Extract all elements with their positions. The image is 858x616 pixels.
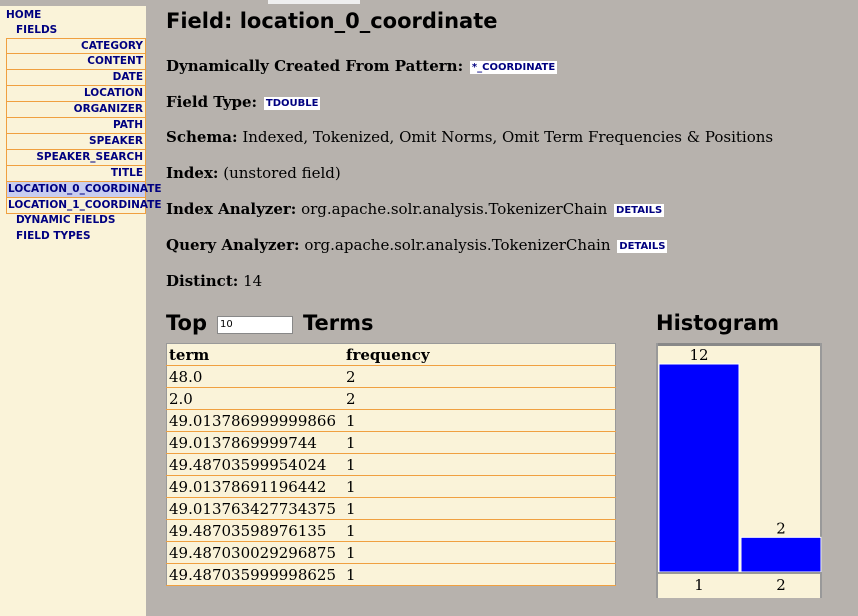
dynamic-pattern-row: Dynamically Created From Pattern: *_COOR…	[166, 57, 558, 75]
sidebar-fields-link[interactable]: FIELDS	[16, 24, 57, 36]
schema-row: Schema: Indexed, Tokenized, Omit Norms, …	[166, 128, 773, 146]
term-cell: 49.48703598976135	[166, 519, 344, 542]
top-terms-count-input[interactable]	[217, 315, 293, 334]
table-row: 49.48703599954024 1	[166, 453, 616, 476]
query-analyzer-details-link[interactable]: DETAILS	[617, 240, 668, 253]
term-cell: 49.0137634277343​75	[166, 497, 344, 520]
histogram-bar-value-label: 2	[776, 519, 786, 537]
sidebar-field-types-link[interactable]: FIELD TYPES	[16, 230, 91, 242]
table-row: 49.0137634277343​75 1	[166, 497, 616, 520]
histogram-axis-line	[656, 572, 822, 574]
index-analyzer-value: org.apache.solr.analysis.TokenizerChain	[301, 200, 608, 218]
index-row: Index: (unstored field)	[166, 164, 341, 182]
histogram-chart: 12122	[656, 343, 822, 598]
term-cell: 49.01378691196442	[166, 475, 344, 498]
frequency-cell: 1	[344, 563, 616, 586]
table-row: 48.0 2	[166, 365, 616, 388]
term-cell: 49.48703599954024	[166, 453, 344, 476]
sidebar-home-link[interactable]: HOME	[6, 9, 41, 21]
schema-value: Indexed, Tokenized, Omit Norms, Omit Ter…	[242, 128, 774, 146]
histogram-bar	[658, 363, 740, 573]
sidebar-field-item[interactable]: LOCATION	[6, 86, 146, 102]
field-type-label: Field Type:	[166, 93, 258, 111]
index-analyzer-label: Index Analyzer:	[166, 200, 297, 218]
frequency-cell: 2	[344, 387, 616, 410]
field-list: CATEGORY CONTENT DATE LOCATION ORGANIZER PATH…	[6, 38, 162, 214]
term-cell: 48.0	[166, 365, 344, 388]
schema-label: Schema:	[166, 128, 238, 146]
top-terms-table: term frequency 48.0 2 2.0 2 49.0137869999998…	[166, 343, 616, 586]
sidebar-dynamic-fields-link[interactable]: DYNAMIC FIELDS	[16, 214, 115, 226]
frequency-cell: 1	[344, 431, 616, 454]
top-terms-heading: Top Terms	[166, 311, 374, 335]
column-header-term: term	[166, 343, 344, 366]
frequency-cell: 1	[344, 453, 616, 476]
frequency-cell: 1	[344, 541, 616, 564]
term-cell: 49.487030029296875	[166, 541, 344, 564]
frequency-cell: 1	[344, 475, 616, 498]
histogram-bar	[740, 536, 822, 573]
term-cell: 49.013786999999866	[166, 409, 344, 432]
query-analyzer-value: org.apache.solr.analysis.TokenizerChain	[304, 236, 611, 254]
sidebar-field-item[interactable]: LOCATION_1_COORDINATE	[6, 198, 162, 214]
table-row: 49.487030029296875 1	[166, 541, 616, 564]
distinct-row: Distinct: 14	[166, 272, 262, 290]
sidebar-field-item[interactable]: LOCATION_0_COORDINATE	[6, 182, 162, 198]
sidebar-field-item[interactable]: TITLE	[6, 166, 146, 182]
histogram-bar-value-label: 12	[689, 346, 708, 364]
top-terms-heading-after: Terms	[303, 311, 374, 335]
index-analyzer-row: Index Analyzer: org.apache.solr.analysis…	[166, 200, 665, 218]
column-header-frequency: frequency	[344, 343, 616, 366]
sidebar-field-item[interactable]: PATH	[6, 118, 146, 134]
field-type-row: Field Type: TDOUBLE	[166, 93, 321, 111]
query-analyzer-row: Query Analyzer: org.apache.solr.analysis…	[166, 236, 668, 254]
dynamic-pattern-label: Dynamically Created From Pattern:	[166, 57, 464, 75]
top-terms-heading-before: Top	[166, 311, 207, 335]
frequency-cell: 2	[344, 365, 616, 388]
histogram-left-border	[656, 343, 658, 598]
dynamic-pattern-link[interactable]: *_COORDINATE	[469, 61, 558, 74]
histogram-category-label: 2	[776, 576, 786, 594]
frequency-cell: 1	[344, 519, 616, 542]
table-header-row: term frequency	[166, 343, 616, 366]
sidebar-field-item[interactable]: CONTENT	[6, 54, 146, 70]
distinct-value: 14	[243, 272, 263, 290]
query-analyzer-label: Query Analyzer:	[166, 236, 300, 254]
table-row: 2.0 2	[166, 387, 616, 410]
top-strip-highlight	[268, 0, 360, 4]
sidebar-field-item[interactable]: DATE	[6, 70, 146, 86]
term-cell: 49.0137869999744	[166, 431, 344, 454]
histogram-heading: Histogram	[656, 311, 780, 335]
page-title: Field: location_0_coordinate	[166, 9, 498, 33]
sidebar-field-item[interactable]: CATEGORY	[6, 38, 146, 54]
index-analyzer-details-link[interactable]: DETAILS	[614, 204, 665, 217]
sidebar-field-item[interactable]: SPEAKER	[6, 134, 146, 150]
sidebar: HOME FIELDS CATEGORY CONTENT DATE LOCATION O…	[0, 6, 162, 616]
distinct-label: Distinct:	[166, 272, 239, 290]
histogram-top-border	[656, 343, 822, 346]
term-cell: 49.487035999998625	[166, 563, 344, 586]
index-value: (unstored field)	[223, 164, 341, 182]
index-label: Index:	[166, 164, 219, 182]
table-row: 49.0137869999744 1	[166, 431, 616, 454]
table-row: 49.013786999999866 1	[166, 409, 616, 432]
frequency-cell: 1	[344, 409, 616, 432]
field-type-link[interactable]: TDOUBLE	[263, 97, 321, 110]
term-cell: 2.0	[166, 387, 344, 410]
sidebar-field-item[interactable]: SPEAKER_SEARCH	[6, 150, 146, 166]
sidebar-field-item[interactable]: ORGANIZER	[6, 102, 146, 118]
table-row: 49.48703598976135 1	[166, 519, 616, 542]
histogram-category-label: 1	[694, 576, 704, 594]
table-row: 49.01378691196442 1	[166, 475, 616, 498]
table-row: 49.487035999998625 1	[166, 563, 616, 586]
frequency-cell: 1	[344, 497, 616, 520]
